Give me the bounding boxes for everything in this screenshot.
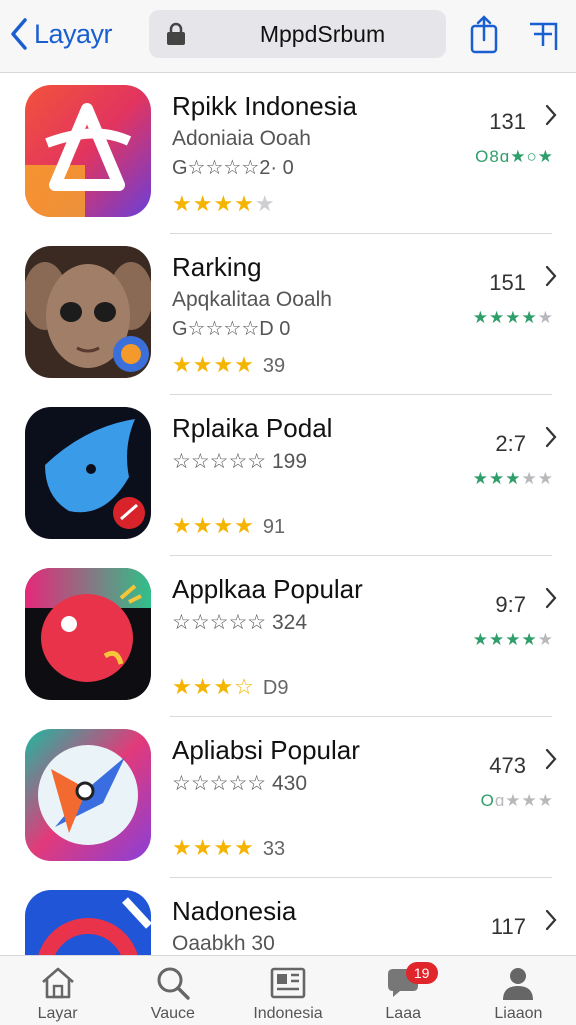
app-subtitle-2: G☆☆☆☆D 0 bbox=[172, 318, 291, 340]
lock-icon bbox=[167, 22, 185, 45]
list-item[interactable]: Rpikk Indonesia Adoniaia Ooah G☆☆☆☆2· 0 … bbox=[0, 73, 576, 234]
tab-label: Liaaon bbox=[494, 1005, 543, 1022]
notification-badge: 19 bbox=[405, 962, 438, 984]
tab-liaaon[interactable]: Liaaon bbox=[461, 956, 576, 1025]
app-subtitle: Adoniaia Ooah bbox=[172, 127, 311, 150]
app-icon bbox=[25, 85, 151, 217]
app-icon bbox=[25, 568, 151, 700]
star-rating: ★★★★ 33 bbox=[172, 835, 286, 860]
app-title: Rpikk Indonesia bbox=[172, 91, 357, 121]
tab-laaa[interactable]: 19 Laaa bbox=[346, 956, 461, 1025]
share-icon[interactable] bbox=[467, 14, 501, 56]
app-list: Rpikk Indonesia Adoniaia Ooah G☆☆☆☆2· 0 … bbox=[0, 73, 576, 955]
list-item[interactable]: Rplaika Podal ☆☆☆☆☆ 199 ★★★★ 91 2:7 ★★★★★ bbox=[0, 395, 576, 556]
rank-number: 9:7 bbox=[495, 592, 526, 617]
star-rating: ★★★★ 39 bbox=[172, 352, 286, 377]
chevron-right-icon bbox=[545, 265, 557, 287]
address-bar[interactable]: MppdSrbum bbox=[149, 10, 446, 58]
tab-indonesia[interactable]: Indonesia bbox=[230, 956, 345, 1025]
app-title: Applkaa Popular bbox=[172, 574, 363, 604]
tabs-icon[interactable] bbox=[526, 14, 560, 56]
person-icon bbox=[503, 968, 534, 1000]
chevron-right-icon bbox=[545, 426, 557, 448]
top-bar: Layayr MppdSrbum bbox=[0, 0, 576, 73]
app-subtitle: ☆☆☆☆☆ 430 bbox=[172, 772, 308, 795]
chevron-right-icon bbox=[545, 909, 557, 931]
rank-number: 117 bbox=[490, 914, 526, 939]
home-icon bbox=[41, 967, 74, 999]
star-rating: ★★★★★ bbox=[172, 191, 276, 216]
app-subtitle-2: G☆☆☆☆2· 0 bbox=[172, 157, 294, 179]
search-icon bbox=[157, 967, 190, 1000]
star-rating: ★★★☆ D9 bbox=[172, 674, 289, 699]
tab-label: Layar bbox=[37, 1005, 78, 1022]
news-icon bbox=[270, 967, 306, 999]
chevron-right-icon bbox=[545, 104, 557, 126]
app-icon bbox=[25, 890, 151, 955]
side-rating: O8ɑ★○★ bbox=[475, 147, 554, 166]
side-rating: ★★★★★ bbox=[472, 469, 554, 488]
tab-layar[interactable]: Layar bbox=[0, 956, 115, 1025]
app-subtitle: Apqkalitaa Ooalh bbox=[172, 288, 332, 311]
list-item[interactable]: Nadonesia Oaabkh 30 117 bbox=[0, 878, 576, 955]
back-button[interactable]: Layayr bbox=[8, 14, 113, 54]
side-rating: ★★★★★ bbox=[472, 308, 554, 327]
app-title: Rplaika Podal bbox=[172, 413, 333, 443]
rank-number: 131 bbox=[489, 109, 526, 134]
app-icon bbox=[25, 246, 151, 378]
chevron-left-icon bbox=[11, 18, 27, 50]
side-rating: Oɑ★★★ bbox=[480, 791, 554, 810]
app-subtitle: ☆☆☆☆☆ 199 bbox=[172, 450, 308, 473]
chevron-right-icon bbox=[545, 748, 557, 770]
tab-label: Vauce bbox=[150, 1005, 195, 1022]
app-title: Nadonesia bbox=[172, 896, 297, 926]
tab-vauce[interactable]: Vauce bbox=[115, 956, 230, 1025]
tab-label: Indonesia bbox=[253, 1005, 323, 1022]
app-icon bbox=[25, 729, 151, 861]
url-text: MppdSrbum bbox=[259, 21, 386, 47]
app-subtitle: ☆☆☆☆☆ 324 bbox=[172, 611, 308, 634]
side-rating: ★★★★★ bbox=[472, 630, 554, 649]
app-icon bbox=[25, 407, 151, 539]
list-item[interactable]: Apliabsi Popular ☆☆☆☆☆ 430 ★★★★ 33 473 Oɑ… bbox=[0, 717, 576, 878]
list-item[interactable]: Rarking Apqkalitaa Ooalh G☆☆☆☆D 0 ★★★★ 39… bbox=[0, 234, 576, 395]
tab-bar: Layar Vauce Indonesia 19 Laaa Liaaon bbox=[0, 955, 576, 1025]
tab-label: Laaa bbox=[385, 1005, 421, 1022]
rank-number: 151 bbox=[489, 270, 526, 295]
rank-number: 473 bbox=[489, 753, 526, 778]
app-title: Rarking bbox=[172, 252, 262, 282]
rank-number: 2:7 bbox=[495, 431, 526, 456]
app-title: Apliabsi Popular bbox=[172, 735, 360, 765]
list-item[interactable]: Applkaa Popular ☆☆☆☆☆ 324 ★★★☆ D9 9:7 ★★★… bbox=[0, 556, 576, 717]
back-label: Layayr bbox=[34, 18, 113, 49]
chevron-right-icon bbox=[545, 587, 557, 609]
app-subtitle: Oaabkh 30 bbox=[172, 932, 275, 955]
star-rating: ★★★★ 91 bbox=[172, 513, 286, 538]
